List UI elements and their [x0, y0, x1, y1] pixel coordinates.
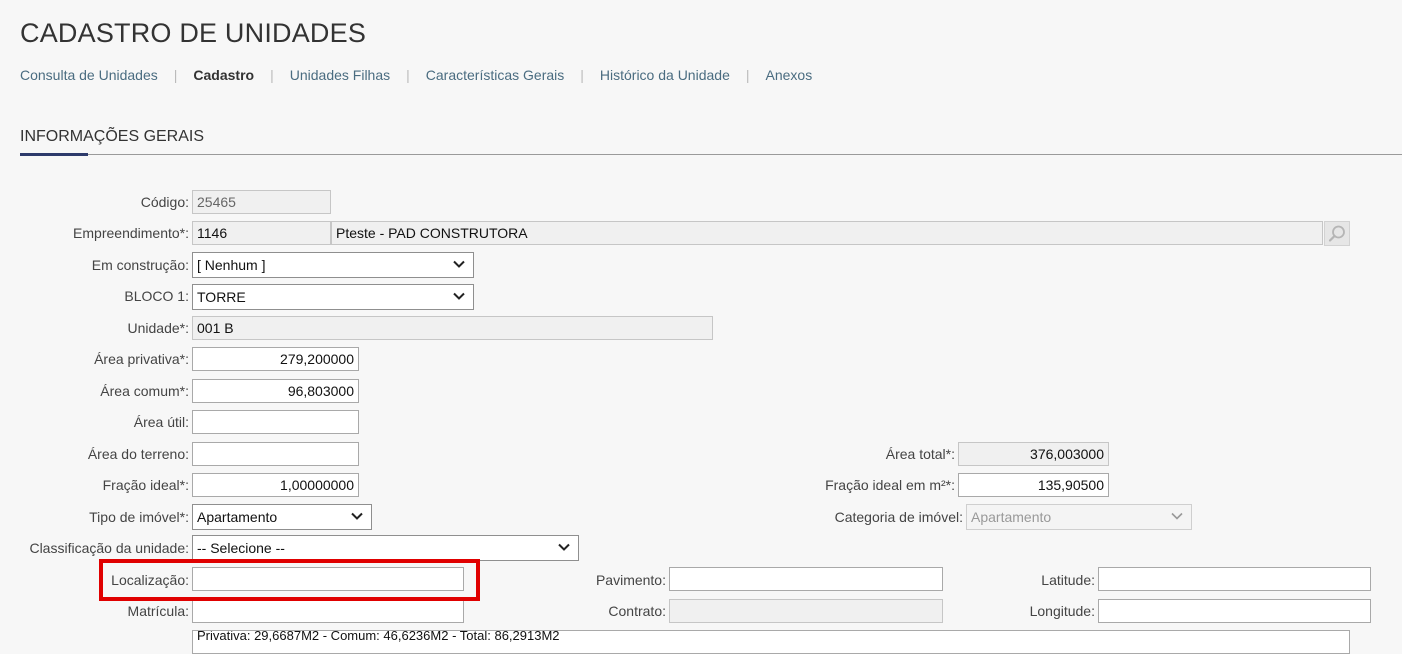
longitude-field[interactable]	[1098, 599, 1371, 623]
pavimento-label: Pavimento:	[595, 572, 666, 588]
pavimento-field[interactable]	[669, 567, 943, 591]
area-util-label: Área útil:	[133, 414, 189, 430]
area-privativa-field[interactable]: 279,200000	[192, 347, 359, 371]
contrato-field	[669, 599, 943, 623]
area-total-field: 376,003000	[958, 442, 1109, 466]
chevron-down-icon	[558, 543, 570, 551]
tab-separator: |	[173, 67, 178, 83]
tipo-imovel-select[interactable]: Apartamento	[192, 504, 372, 530]
area-summary-field: Privativa: 29,6687M2 - Comum: 46,6236M2 …	[192, 630, 1350, 654]
codigo-label: Código:	[140, 194, 189, 210]
fracao-ideal-m2-field[interactable]: 135,90500	[958, 473, 1109, 497]
categoria-imovel-label: Categoria de imóvel:	[834, 509, 963, 525]
em-construcao-label: Em construção:	[91, 257, 189, 273]
categoria-imovel-value: Apartamento	[971, 509, 1052, 525]
tab-cadastro[interactable]: Cadastro	[193, 67, 254, 83]
matricula-label: Matrícula:	[127, 603, 189, 619]
section-title: INFORMAÇÕES GERAIS	[20, 128, 205, 145]
tab-historico-da-unidade[interactable]: Histórico da Unidade	[600, 67, 730, 83]
fracao-ideal-field[interactable]: 1,00000000	[192, 473, 359, 497]
em-construcao-select[interactable]: [ Nenhum ]	[192, 252, 474, 278]
classificacao-select[interactable]: -- Selecione --	[192, 535, 579, 561]
tab-nav: Consulta de Unidades | Cadastro | Unidades F…	[20, 67, 812, 83]
longitude-label: Longitude:	[1029, 603, 1095, 619]
area-comum-label: Área comum*:	[100, 383, 189, 399]
contrato-label: Contrato:	[608, 603, 666, 619]
area-comum-field[interactable]: 96,803000	[192, 379, 359, 403]
area-total-label: Área total*:	[885, 446, 955, 462]
highlight-box	[99, 559, 480, 601]
area-terreno-field[interactable]	[192, 442, 359, 466]
section-accent-bar	[20, 153, 88, 156]
empreendimento-name-field: Pteste - PAD CONSTRUTORA	[331, 221, 1323, 245]
area-util-field[interactable]	[192, 410, 359, 434]
codigo-field: 25465	[192, 190, 331, 214]
matricula-field[interactable]	[192, 599, 464, 623]
tab-unidades-filhas[interactable]: Unidades Filhas	[290, 67, 390, 83]
area-privativa-label: Área privativa*:	[94, 351, 189, 367]
magnifier-icon	[1328, 225, 1345, 242]
fracao-ideal-label: Fração ideal*:	[102, 477, 189, 493]
fracao-ideal-m2-label: Fração ideal em m²*:	[825, 477, 955, 493]
section-divider	[20, 154, 1402, 155]
bloco-select[interactable]: TORRE	[192, 284, 474, 310]
tipo-imovel-label: Tipo de imóvel*:	[89, 509, 189, 525]
tab-separator: |	[580, 67, 584, 83]
tab-separator: |	[745, 67, 750, 83]
latitude-field[interactable]	[1098, 567, 1371, 591]
empreendimento-search-button[interactable]	[1324, 221, 1350, 246]
unidade-field: 001 B	[192, 316, 713, 340]
em-construcao-value: [ Nenhum ]	[197, 257, 266, 273]
classificacao-value: -- Selecione --	[197, 540, 285, 556]
chevron-down-icon	[351, 512, 363, 520]
tab-consulta-de-unidades[interactable]: Consulta de Unidades	[20, 67, 158, 83]
tipo-imovel-value: Apartamento	[197, 509, 278, 525]
empreendimento-code-field: 1146	[192, 221, 331, 245]
chevron-down-icon	[453, 292, 465, 300]
unidade-label: Unidade*:	[127, 320, 190, 336]
classificacao-label: Classificação da unidade:	[29, 540, 189, 556]
tab-caracteristicas-gerais[interactable]: Características Gerais	[426, 67, 564, 83]
chevron-down-icon	[1171, 512, 1183, 520]
tab-separator: |	[270, 67, 274, 83]
latitude-label: Latitude:	[1041, 572, 1095, 588]
bloco-value: TORRE	[197, 289, 246, 305]
tab-separator: |	[406, 67, 410, 83]
categoria-imovel-select: Apartamento	[966, 504, 1192, 530]
area-terreno-label: Área do terreno:	[87, 446, 189, 462]
bloco-label: BLOCO 1:	[124, 288, 189, 304]
tab-anexos[interactable]: Anexos	[766, 67, 813, 83]
empreendimento-label: Empreendimento*:	[73, 225, 189, 241]
page-title: CADASTRO DE UNIDADES	[20, 18, 367, 48]
chevron-down-icon	[453, 260, 465, 268]
